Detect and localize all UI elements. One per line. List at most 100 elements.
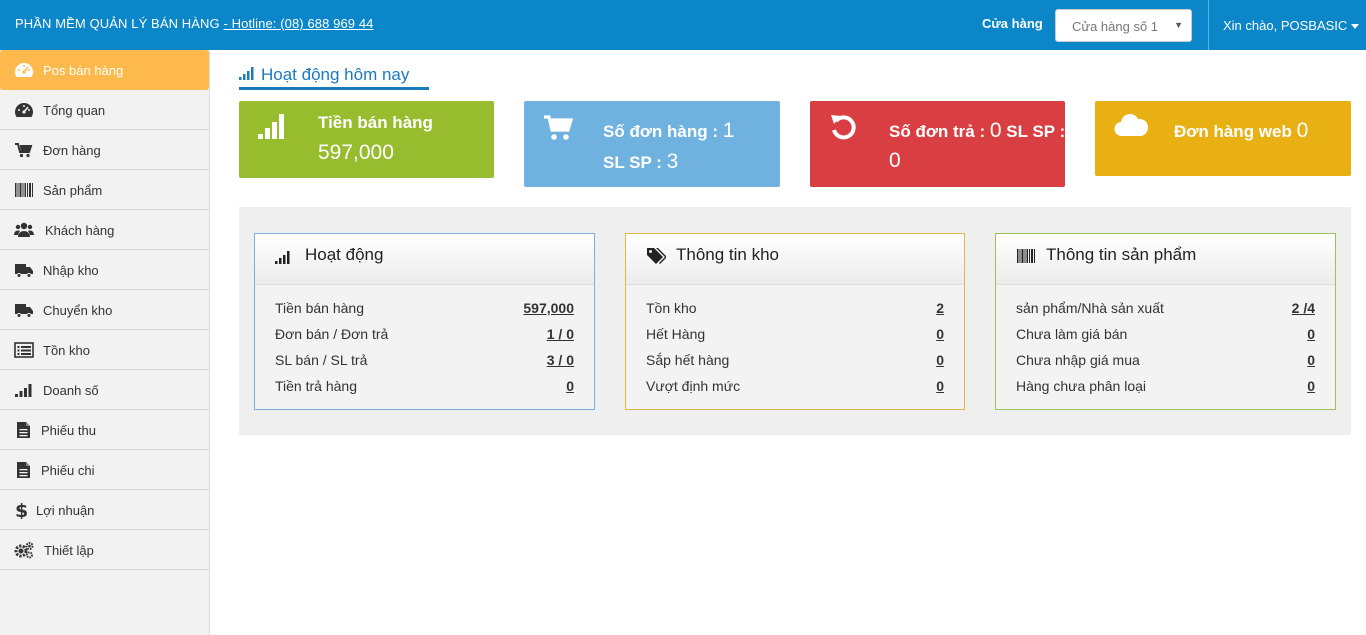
row-value-link[interactable]: 0 <box>1307 352 1315 368</box>
sidebar: Pos bán hàng Tổng quan Đơn hàng Sản phẩm… <box>0 50 210 635</box>
sidebar-item-label: Phiếu thu <box>41 423 96 438</box>
list-icon <box>14 342 34 358</box>
row-label: Đơn bán / Đơn trả <box>275 326 389 342</box>
svg-text:$: $ <box>15 501 28 519</box>
barcode-icon <box>1017 249 1035 263</box>
sidebar-item-stock[interactable]: Tồn kho <box>0 330 209 370</box>
sidebar-item-sales[interactable]: Doanh số <box>0 370 209 410</box>
title-underline <box>239 87 429 90</box>
tile-returns[interactable]: Số đơn trả : 0 SL SP : 0 <box>810 101 1065 187</box>
row-value-link[interactable]: 3 / 0 <box>547 352 574 368</box>
sidebar-item-profit[interactable]: $ Lợi nhuận <box>0 490 209 530</box>
brand[interactable]: PHẦN MỀM QUẢN LÝ BÁN HÀNG - Hotline: (08… <box>15 16 374 31</box>
cloud-icon <box>1114 114 1148 137</box>
tile-orders-sub-value: 3 <box>666 150 679 173</box>
hotline-link[interactable]: - Hotline: (08) 688 969 44 <box>223 16 373 31</box>
list-item: SL bán / SL trả 3 / 0 <box>275 352 574 372</box>
sidebar-item-label: Thiết lập <box>44 543 94 558</box>
list-item: Chưa làm giá bán 0 <box>1016 326 1315 346</box>
sidebar-item-transfer[interactable]: Chuyển kho <box>0 290 209 330</box>
greeting-text: Xin chào, POSBASIC <box>1223 18 1348 33</box>
sidebar-item-label: Tồn kho <box>43 343 90 358</box>
row-label: Vượt định mức <box>646 378 741 394</box>
row-value-link[interactable]: 1 / 0 <box>547 326 574 342</box>
row-label: Sắp hết hàng <box>646 352 730 368</box>
list-item: Tiền trả hàng 0 <box>275 378 574 398</box>
list-item: Hàng chưa phân loại 0 <box>1016 378 1315 398</box>
sidebar-item-label: Pos bán hàng <box>43 63 124 78</box>
tile-orders-value: 1 <box>722 119 735 142</box>
panel-header: Hoạt động <box>255 234 594 285</box>
list-item: sản phẩm/Nhà sản xuất 2 /4 <box>1016 300 1315 320</box>
sidebar-item-label: Phiếu chi <box>41 463 95 478</box>
dashboard-icon <box>15 63 33 77</box>
gears-icon <box>14 542 34 559</box>
truck-icon <box>15 264 33 278</box>
panel-activity: Hoạt động Tiền bán hàng 597,000 Đơn bán … <box>254 233 595 410</box>
row-value-link[interactable]: 0 <box>936 352 944 368</box>
row-value-link[interactable]: 2 <box>936 300 944 316</box>
store-label: Cửa hàng <box>982 16 1043 31</box>
row-value-link[interactable]: 0 <box>936 326 944 342</box>
tile-orders-label: Số đơn hàng : <box>603 122 719 141</box>
sidebar-item-payments[interactable]: Phiếu chi <box>0 450 209 490</box>
sidebar-item-label: Tổng quan <box>43 103 106 118</box>
tags-icon <box>647 248 666 264</box>
tile-orders-line2: SL SP : 3 <box>603 150 678 174</box>
store-select[interactable]: Cửa hàng số 1 ▼ <box>1055 9 1192 42</box>
sidebar-item-receipts[interactable]: Phiếu thu <box>0 410 209 450</box>
caret-down-icon <box>1351 24 1360 30</box>
list-item: Tiền bán hàng 597,000 <box>275 300 574 320</box>
row-label: SL bán / SL trả <box>275 352 368 368</box>
tile-web-orders[interactable]: Đơn hàng web 0 <box>1095 101 1351 176</box>
cart-icon <box>15 143 33 158</box>
page-title-text: Hoạt động hôm nay <box>261 65 410 84</box>
row-value-link[interactable]: 0 <box>1307 326 1315 342</box>
row-value-link[interactable]: 0 <box>936 378 944 394</box>
tile-returns-sub-label: SL SP : <box>1006 122 1066 141</box>
sidebar-item-import[interactable]: Nhập kho <box>0 250 209 290</box>
dollar-icon: $ <box>15 501 28 519</box>
sidebar-item-label: Chuyển kho <box>43 303 113 318</box>
panels-container: Hoạt động Tiền bán hàng 597,000 Đơn bán … <box>239 207 1351 435</box>
tile-returns-label: Số đơn trả : <box>889 122 986 141</box>
tile-sales-label: Tiền bán hàng <box>318 113 433 132</box>
row-label: Tồn kho <box>646 300 697 316</box>
row-value-link[interactable]: 0 <box>1307 378 1315 394</box>
sidebar-item-settings[interactable]: Thiết lập <box>0 530 209 570</box>
store-select-value: Cửa hàng số 1 <box>1072 19 1159 34</box>
row-label: Hết Hàng <box>646 326 706 342</box>
row-value-link[interactable]: 597,000 <box>523 300 574 316</box>
list-item: Tồn kho 2 <box>646 300 944 320</box>
sidebar-item-label: Khách hàng <box>45 223 115 238</box>
row-label: sản phẩm/Nhà sản xuất <box>1016 300 1164 316</box>
tile-orders[interactable]: Số đơn hàng : 1 SL SP : 3 <box>524 101 780 187</box>
list-item: Đơn bán / Đơn trả 1 / 0 <box>275 326 574 346</box>
sidebar-item-products[interactable]: Sản phẩm <box>0 170 209 210</box>
tile-returns-line1: Số đơn trả : 0 SL SP : <box>889 119 1065 143</box>
tile-web-label: Đơn hàng web <box>1174 122 1292 141</box>
file-icon <box>17 422 30 438</box>
user-menu[interactable]: Xin chào, POSBASIC <box>1223 18 1360 33</box>
row-value-link[interactable]: 0 <box>566 378 574 394</box>
barcode-icon <box>15 183 33 197</box>
sidebar-item-pos[interactable]: Pos bán hàng <box>0 50 209 90</box>
panel-warehouse: Thông tin kho Tồn kho 2 Hết Hàng 0 Sắp h… <box>625 233 965 410</box>
signal-icon <box>258 114 284 139</box>
panel-header: Thông tin sản phẩm <box>996 234 1335 285</box>
panel-title: Thông tin sản phẩm <box>1046 245 1197 264</box>
list-item: Vượt định mức 0 <box>646 378 944 398</box>
header-divider <box>1208 0 1209 50</box>
tile-sales[interactable]: Tiền bán hàng 597,000 <box>239 101 494 178</box>
list-item: Sắp hết hàng 0 <box>646 352 944 372</box>
users-icon <box>14 222 34 237</box>
sidebar-item-customers[interactable]: Khách hàng <box>0 210 209 250</box>
tile-returns-value: 0 <box>989 119 1002 142</box>
row-value-link[interactable]: 2 /4 <box>1292 300 1315 316</box>
tile-web-line: Đơn hàng web 0 <box>1174 119 1308 143</box>
sidebar-item-orders[interactable]: Đơn hàng <box>0 130 209 170</box>
sidebar-item-overview[interactable]: Tổng quan <box>0 90 209 130</box>
tile-web-value: 0 <box>1296 119 1309 142</box>
row-label: Hàng chưa phân loại <box>1016 378 1147 394</box>
signal-icon <box>275 251 290 264</box>
